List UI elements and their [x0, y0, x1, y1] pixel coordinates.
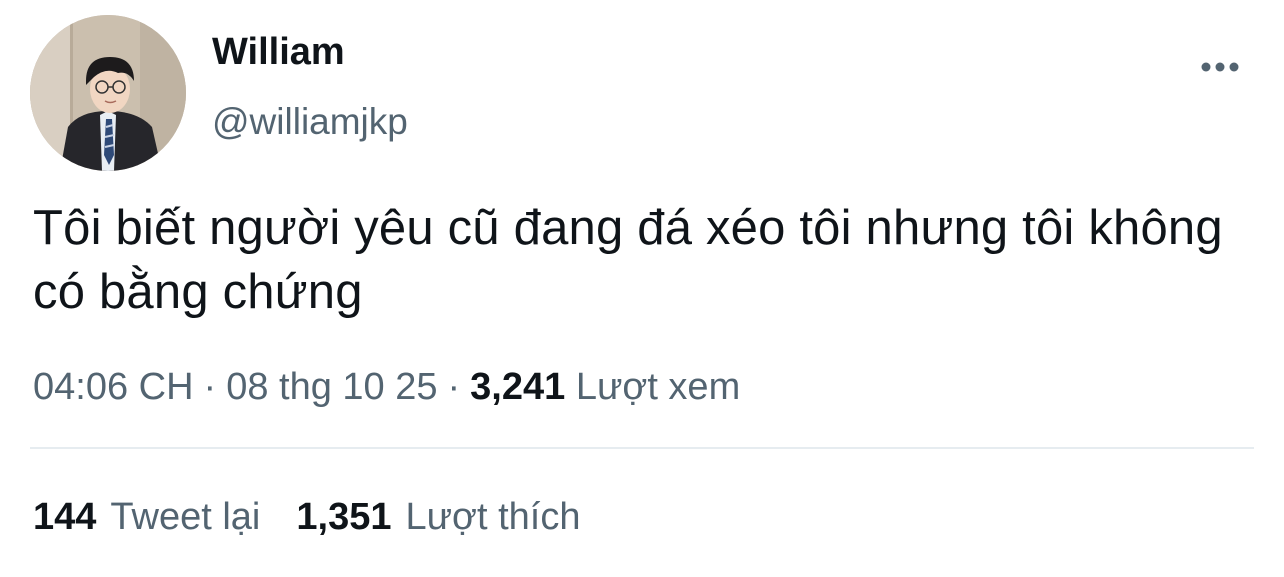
likes-count: 1,351 [296, 496, 392, 538]
retweets-label: Tweet lại [110, 496, 261, 538]
meta-separator: · [447, 366, 461, 408]
likes-label: Lượt thích [405, 496, 581, 538]
more-horizontal-icon [1201, 62, 1239, 72]
views-count: 3,241 [470, 366, 566, 408]
display-name[interactable]: William [212, 30, 345, 74]
views-label: Lượt xem [575, 366, 741, 408]
tweet-text: Tôi biết người yêu cũ đang đá xéo tôi nh… [33, 201, 1223, 319]
divider [30, 447, 1254, 449]
more-options-button[interactable] [1196, 50, 1244, 84]
user-handle[interactable]: @williamjkp [212, 100, 408, 144]
avatar-photo [30, 15, 186, 171]
tweet-time[interactable]: 04:06 CH [33, 366, 194, 408]
likes-stat[interactable]: 1,351 Lượt thích [296, 496, 580, 538]
tweet-meta: 04:06 CH · 08 thg 10 25 · 3,241 Lượt xem [33, 364, 740, 410]
retweets-stat[interactable]: 144 Tweet lại [33, 496, 260, 538]
avatar[interactable] [30, 15, 186, 171]
tweet-stats: 144 Tweet lại 1,351 Lượt thích [33, 494, 580, 540]
tweet-date[interactable]: 08 thg 10 25 [226, 366, 437, 408]
meta-separator: · [203, 366, 217, 408]
retweets-count: 144 [33, 496, 97, 538]
